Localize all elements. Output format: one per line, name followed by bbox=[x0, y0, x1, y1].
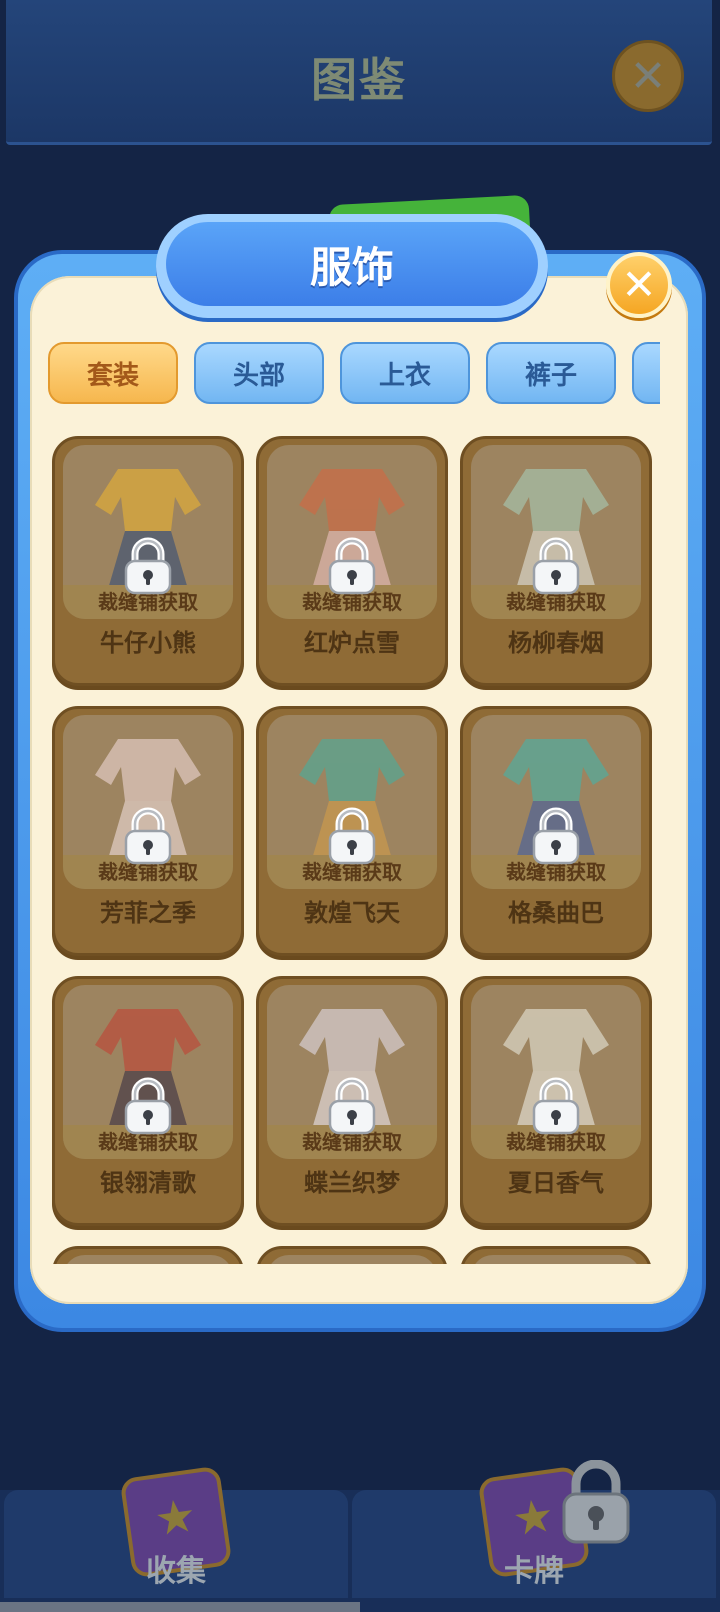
tab-top[interactable]: 上衣 bbox=[340, 342, 470, 404]
outfit-card[interactable]: 裁缝铺获取 杨柳春烟 bbox=[460, 436, 652, 686]
outfit-name: 夏日香气 bbox=[508, 1169, 604, 1197]
outfit-name: 格桑曲巴 bbox=[508, 899, 604, 927]
outfit-image bbox=[267, 1255, 437, 1264]
modal-header: 服饰 bbox=[156, 214, 548, 318]
lock-icon bbox=[328, 1077, 376, 1135]
nav-tab-cards[interactable]: 卡牌 bbox=[352, 1465, 716, 1598]
outfit-card[interactable]: 裁缝铺获取 格桑曲巴 bbox=[460, 706, 652, 956]
outfit-card[interactable]: 裁缝铺获取 敦煌飞天 bbox=[256, 706, 448, 956]
lock-icon bbox=[124, 807, 172, 865]
outfit-card[interactable]: 裁缝铺获取 蝶兰织梦 bbox=[256, 976, 448, 1226]
tab-set[interactable]: 套装 bbox=[48, 342, 178, 404]
outfit-card[interactable] bbox=[256, 1246, 448, 1264]
screen-close-button[interactable]: ✕ bbox=[612, 40, 684, 112]
outfit-name: 红炉点雪 bbox=[304, 629, 400, 657]
lock-icon bbox=[532, 537, 580, 595]
outfit-name: 敦煌飞天 bbox=[304, 899, 400, 927]
cards-lock-icon bbox=[562, 1460, 630, 1544]
lock-icon bbox=[328, 807, 376, 865]
nav-active-indicator bbox=[0, 1602, 360, 1612]
outfit-name: 芳菲之季 bbox=[100, 899, 196, 927]
top-bar: 图鉴 ✕ bbox=[6, 0, 712, 145]
outfit-card[interactable]: 裁缝铺获取 红炉点雪 bbox=[256, 436, 448, 686]
outfit-name: 蝶兰织梦 bbox=[304, 1169, 400, 1197]
lock-icon bbox=[124, 537, 172, 595]
outfit-name: 杨柳春烟 bbox=[508, 629, 604, 657]
category-tabs: 套装 头部 上衣 裤子 bbox=[48, 340, 660, 410]
outfit-card[interactable]: 裁缝铺获取 牛仔小熊 bbox=[52, 436, 244, 686]
nav-tab-collect[interactable]: 收集 bbox=[4, 1465, 348, 1598]
modal-title: 服饰 bbox=[166, 222, 538, 306]
outfit-card[interactable] bbox=[460, 1246, 652, 1264]
lock-icon bbox=[532, 807, 580, 865]
nav-tab-label: 卡牌 bbox=[504, 1554, 564, 1589]
outfit-card[interactable]: 裁缝铺获取 芳菲之季 bbox=[52, 706, 244, 956]
lock-icon bbox=[124, 1077, 172, 1135]
outfit-card[interactable] bbox=[52, 1246, 244, 1264]
close-button[interactable]: ✕ bbox=[606, 252, 672, 318]
lock-icon bbox=[532, 1077, 580, 1135]
tab-more[interactable] bbox=[632, 342, 660, 404]
lock-icon bbox=[328, 537, 376, 595]
outfit-card[interactable]: 裁缝铺获取 银翎清歌 bbox=[52, 976, 244, 1226]
tab-head[interactable]: 头部 bbox=[194, 342, 324, 404]
outfit-card[interactable]: 裁缝铺获取 夏日香气 bbox=[460, 976, 652, 1226]
tab-pants[interactable]: 裤子 bbox=[486, 342, 616, 404]
outfit-image bbox=[63, 1255, 233, 1264]
outfit-image bbox=[471, 1255, 641, 1264]
close-icon: ✕ bbox=[621, 260, 657, 309]
screen-title: 图鉴 bbox=[311, 53, 407, 107]
outfit-name: 银翎清歌 bbox=[100, 1169, 196, 1197]
nav-tab-label: 收集 bbox=[146, 1554, 206, 1589]
outfit-grid: 裁缝铺获取 牛仔小熊 裁缝铺获取 红炉点雪 裁缝铺获取 杨柳春烟 裁缝铺获取 芳菲之季 裁缝铺获… bbox=[44, 430, 664, 1264]
outfit-name: 牛仔小熊 bbox=[100, 629, 196, 657]
